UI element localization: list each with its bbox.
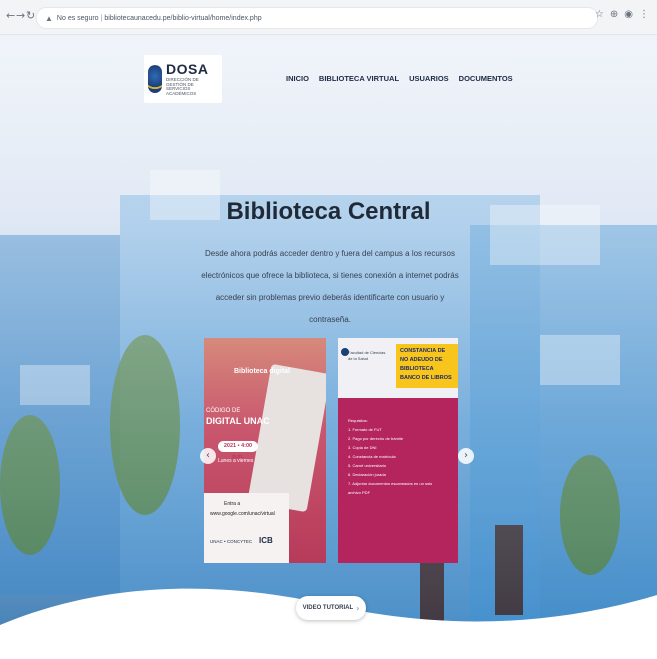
list-item: 4. Constancia de matrícula <box>348 454 396 459</box>
list-item: 1. Formato de FUT <box>348 427 382 432</box>
warning-icon: ▲ <box>45 13 53 23</box>
browser-actions: ☆ ⊕ ◉ ⋮ <box>595 9 649 20</box>
intro-text: Desde ahora podrás acceder dentro y fuer… <box>201 249 459 324</box>
security-label: No es seguro <box>56 14 99 22</box>
nav-item-biblioteca-virtual[interactable]: BIBLIOTECA VIRTUAL <box>319 74 399 83</box>
carousel-slide-biblioteca-digital[interactable]: Biblioteca digital CÓDIGO DE DIGITAL UNA… <box>204 338 326 563</box>
announcement-carousel: Biblioteca digital CÓDIGO DE DIGITAL UNA… <box>204 338 458 563</box>
nav-item-documentos[interactable]: DOCUMENTOS <box>459 74 513 83</box>
menu-icon[interactable]: ⋮ <box>639 9 649 20</box>
list-item: 5. Carné universitario <box>348 463 387 468</box>
video-tutorial-label: VIDEO TUTORIAL <box>302 605 354 611</box>
slide-banner: CONSTANCIA DE NO ADEUDO DE BIBLIOTECA BA… <box>396 344 458 388</box>
slide-footer-link: www.google.com/unac/virtual <box>210 511 275 517</box>
slide-heading-line1: CÓDIGO DE <box>206 408 241 414</box>
profile-icon[interactable]: ◉ <box>624 9 633 20</box>
tablet-image <box>247 363 326 513</box>
carousel-prev-button[interactable]: ‹ <box>200 448 216 464</box>
video-tutorial-button[interactable]: VIDEO TUTORIAL › <box>296 596 366 620</box>
university-seal-icon <box>148 65 162 93</box>
bookmark-icon[interactable]: ☆ <box>595 9 604 20</box>
hero-section: DOSA DIRECCIÓN DE GESTIÓN DE SERVICIOS A… <box>0 35 657 659</box>
logo-title: DOSA <box>166 61 209 77</box>
url-text: bibliotecaunacedu.pe/biblio-virtual/home… <box>104 14 262 22</box>
slide-footer-line1: Entra a <box>224 501 241 507</box>
browser-toolbar: ← → ↻ ▲ No es seguro | bibliotecaunacedu… <box>0 0 657 35</box>
list-item: Requisitos: <box>348 418 368 423</box>
slide-heading-line2: DIGITAL UNAC <box>206 416 270 426</box>
slide-footer-partner: UNAC • CONCYTEC <box>210 539 253 544</box>
nav-item-usuarios[interactable]: USUARIOS <box>409 74 449 83</box>
slide-footer-brand: ICB <box>259 536 273 545</box>
carousel-next-button[interactable]: › <box>458 448 474 464</box>
address-bar[interactable]: ▲ No es seguro | bibliotecaunacedu.pe/bi… <box>36 7 598 29</box>
site-logo[interactable]: DOSA DIRECCIÓN DE GESTIÓN DE SERVICIOS A… <box>144 55 222 103</box>
arrow-left-icon[interactable]: ← <box>6 10 15 21</box>
reload-icon[interactable]: ↻ <box>26 10 35 21</box>
list-item: 7. Adjuntar documentos escaneados en un … <box>348 481 433 495</box>
extension-icon[interactable]: ⊕ <box>610 9 618 20</box>
main-nav: INICIO BIBLIOTECA VIRTUAL USUARIOS DOCUM… <box>286 74 513 83</box>
requirements-list: Requisitos: 1. Formato de FUT 2. Pago po… <box>348 416 443 497</box>
slide-date-pill: 2021 • 4:00 p.m. <box>218 441 258 460</box>
carousel-slide-constancia[interactable]: Facultad de Ciencias de la Salud CONSTAN… <box>338 338 458 563</box>
slide-org: Facultad de Ciencias de la Salud <box>348 350 386 361</box>
slide-tag: Biblioteca digital <box>234 368 291 375</box>
slide-footer: Entra a www.google.com/unac/virtual UNAC… <box>204 493 289 563</box>
logo-subtitle: DIRECCIÓN DE GESTIÓN DE SERVICIOS ACADÉM… <box>166 77 199 96</box>
page-title: Biblioteca Central <box>226 198 431 225</box>
slide-schedule: Lunes a viernes <box>218 458 254 464</box>
arrow-right-icon[interactable]: → <box>16 10 25 21</box>
list-item: 3. Copia de DNI <box>348 445 377 450</box>
list-item: 6. Declaración jurada <box>348 472 386 477</box>
list-item: 2. Pago por derecho de trámite <box>348 436 404 441</box>
nav-item-inicio[interactable]: INICIO <box>286 74 309 83</box>
chevron-right-icon: › <box>356 603 360 613</box>
